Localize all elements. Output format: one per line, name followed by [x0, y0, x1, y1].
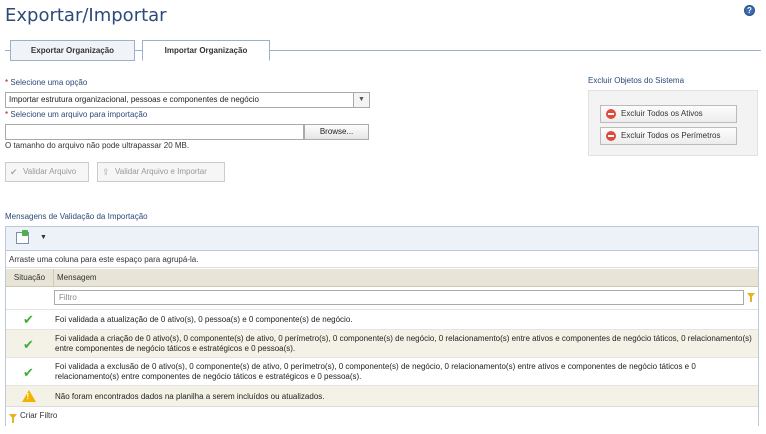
create-filter-link[interactable]: Criar Filtro: [20, 411, 57, 420]
table-row: Não foram encontrados dados na planilha …: [6, 385, 758, 406]
filter-icon: [9, 414, 17, 423]
table-row: ✔ Foi validada a atualização de 0 ativo(…: [6, 309, 758, 329]
option-select-value: Importar estrutura organizacional, pesso…: [9, 95, 259, 104]
table-row: ✔ Foi validada a criação de 0 ativo(s), …: [6, 329, 758, 357]
row-message: Foi validada a exclusão de 0 ativo(s), 0…: [55, 362, 696, 381]
column-header-message[interactable]: Mensagem: [54, 269, 758, 287]
chevron-down-icon[interactable]: ▼: [353, 93, 369, 107]
export-icon[interactable]: [16, 230, 29, 244]
filter-icon[interactable]: [747, 293, 755, 302]
checkmark-icon: ✔: [10, 167, 18, 177]
warning-icon: [21, 390, 36, 402]
grid-footer: Criar Filtro: [6, 406, 758, 426]
tab-importar-organizacao[interactable]: Importar Organização: [142, 40, 270, 61]
grid-toolbar: ▼: [6, 227, 758, 251]
success-check-icon: ✔: [23, 312, 34, 327]
column-header-status[interactable]: Situação: [6, 269, 54, 287]
status-cell: [6, 390, 51, 404]
browse-button[interactable]: Browse...: [304, 124, 369, 140]
group-by-area[interactable]: Arraste uma coluna para este espaço para…: [6, 252, 758, 268]
delete-icon: [606, 109, 616, 119]
message-filter-input[interactable]: Filtro: [54, 290, 744, 305]
file-size-hint: O tamanho do arquivo não pode ultrapassa…: [5, 141, 190, 150]
delete-all-assets-button[interactable]: Excluir Todos os Ativos: [600, 105, 737, 123]
row-message: Foi validada a atualização de 0 ativo(s)…: [55, 315, 353, 324]
file-label: * Selecione um arquivo para importação: [5, 110, 148, 119]
system-objects-title: Excluir Objetos do Sistema: [588, 76, 685, 85]
option-label: * Selecione uma opção: [5, 78, 88, 87]
file-path-input[interactable]: [5, 124, 304, 140]
option-select[interactable]: Importar estrutura organizacional, pesso…: [5, 92, 370, 108]
delete-all-perimeters-button[interactable]: Excluir Todos os Perímetros: [600, 127, 737, 145]
caret-down-icon[interactable]: ▼: [40, 234, 47, 241]
filter-row: Filtro: [6, 288, 758, 306]
row-message: Foi validada a criação de 0 ativo(s), 0 …: [55, 334, 752, 353]
help-icon[interactable]: ?: [744, 5, 755, 16]
validate-file-button[interactable]: ✔ Validar Arquivo: [5, 162, 89, 182]
page-title: Exportar/Importar: [5, 5, 167, 26]
validation-messages-title: Mensagens de Validação da Importação: [5, 212, 148, 221]
system-objects-panel: [588, 90, 758, 156]
validate-import-button[interactable]: ⇪ Validar Arquivo e Importar: [97, 162, 225, 182]
success-check-icon: ✔: [23, 337, 34, 352]
success-check-icon: ✔: [23, 365, 34, 380]
tab-exportar-organizacao[interactable]: Exportar Organização: [10, 40, 135, 61]
table-row: ✔ Foi validada a exclusão de 0 ativo(s),…: [6, 357, 758, 385]
row-message: Não foram encontrados dados na planilha …: [55, 392, 325, 401]
validation-messages-grid: ▼ Arraste uma coluna para este espaço pa…: [5, 226, 759, 426]
delete-icon: [606, 131, 616, 141]
import-icon: ⇪: [102, 167, 110, 177]
